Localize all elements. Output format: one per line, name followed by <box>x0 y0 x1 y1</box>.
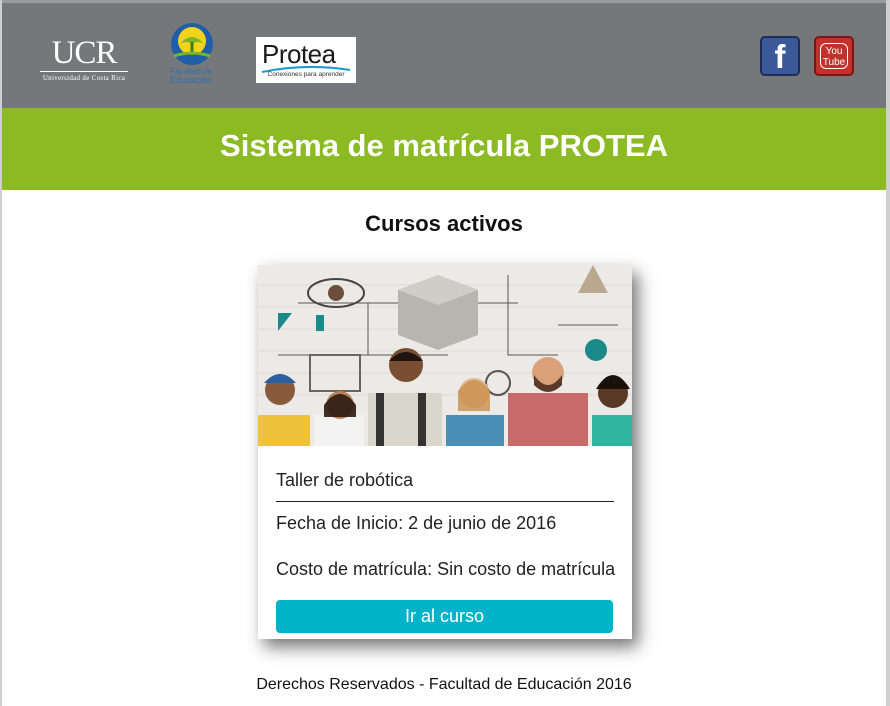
section-title: Cursos activos <box>365 211 523 236</box>
page-title: Sistema de matrícula PROTEA <box>220 128 668 163</box>
course-photo-illustration <box>258 265 632 446</box>
youtube-icon: You Tube <box>820 43 848 69</box>
facebook-icon: f <box>774 38 786 75</box>
facebook-link[interactable]: f <box>760 36 800 76</box>
footer-text: Derechos Reservados - Facultad de Educac… <box>256 676 632 693</box>
ucr-logo[interactable]: UCR Universidad de Costa Rica <box>36 35 132 88</box>
site-header: UCR Universidad de Costa Rica Facultad d… <box>2 0 886 108</box>
course-card: Taller de robótica Fecha de Inicio: 2 de… <box>258 265 632 639</box>
course-cost: Costo de matrícula: Sin costo de matrícu… <box>276 559 616 579</box>
protea-logo[interactable]: Protea Conexiones para aprender <box>256 37 356 83</box>
youtube-icon-line1: You <box>825 46 843 57</box>
course-start-date: Fecha de Inicio: 2 de junio de 2016 <box>276 513 557 533</box>
youtube-icon-line2: Tube <box>822 57 846 68</box>
protea-logo-tagline: Conexiones para aprender <box>267 71 345 78</box>
window-border-right <box>886 0 890 706</box>
youtube-link[interactable]: You Tube <box>814 36 854 76</box>
ucr-logo-rule <box>40 71 128 72</box>
header-top-line <box>2 0 886 3</box>
faculty-logo[interactable]: Facultad de Educación <box>162 22 226 88</box>
course-divider <box>276 501 614 502</box>
course-image <box>258 265 632 446</box>
course-name: Taller de robótica <box>276 470 414 490</box>
page-title-bar: Sistema de matrícula PROTEA <box>2 108 886 190</box>
go-to-course-button[interactable]: Ir al curso <box>276 600 613 633</box>
faculty-logo-line2: Educación <box>169 75 213 85</box>
ucr-logo-text: UCR <box>51 35 118 71</box>
faculty-tree-icon <box>171 23 213 65</box>
ucr-logo-subtext: Universidad de Costa Rica <box>42 74 126 82</box>
